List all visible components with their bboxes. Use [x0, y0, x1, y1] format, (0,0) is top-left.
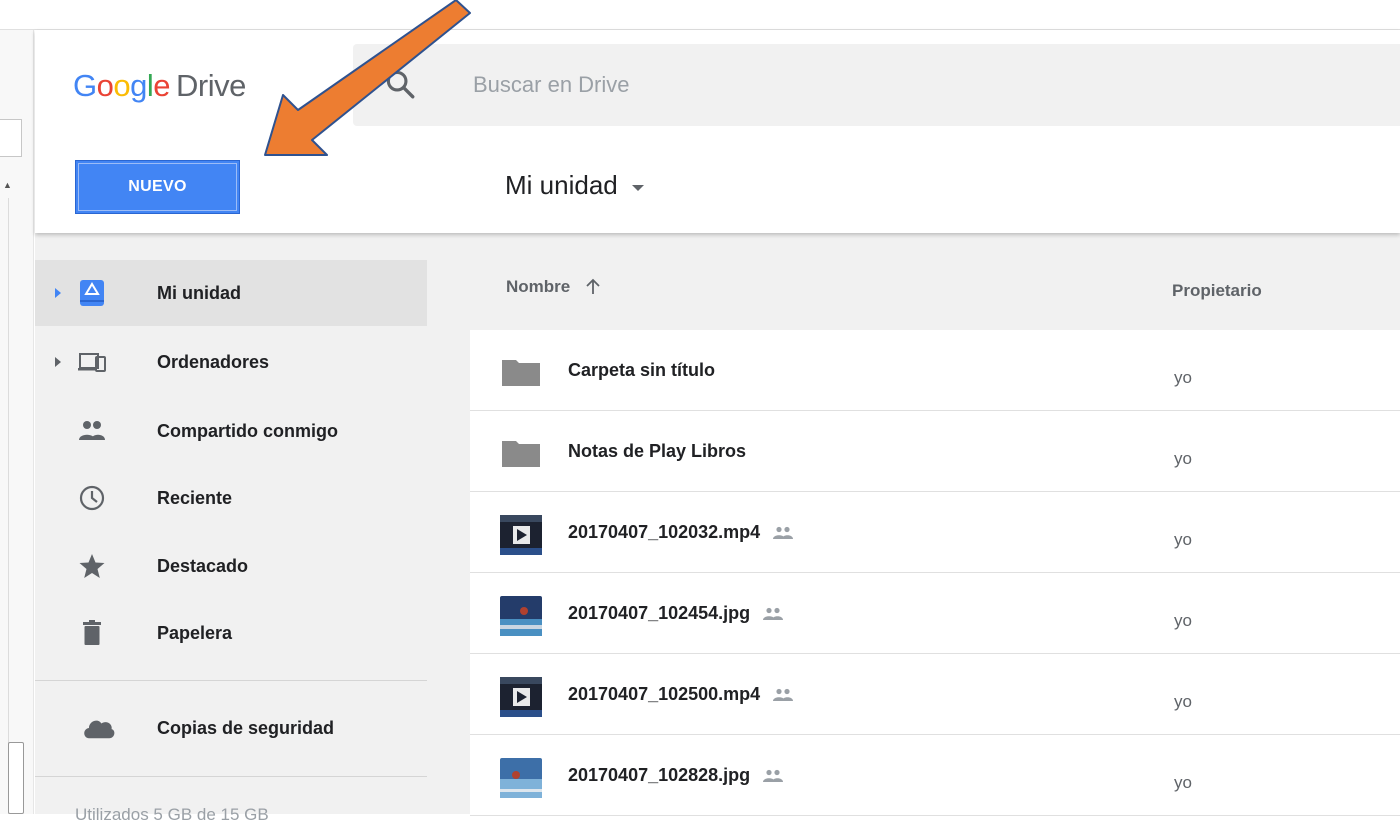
sidebar-divider: [35, 680, 427, 681]
sidebar-item-label: Copias de seguridad: [157, 717, 335, 738]
search-box[interactable]: [353, 44, 1400, 126]
logo-letter: o: [113, 68, 131, 103]
scrollbar-track[interactable]: [8, 198, 22, 814]
file-name: 20170407_102828.jpg: [568, 765, 784, 786]
file-name-text: Notas de Play Libros: [568, 441, 747, 461]
file-name-text: 20170407_102454.jpg: [568, 603, 751, 623]
file-owner: yo: [1174, 530, 1192, 549]
sidebar-item-label: Papelera: [157, 622, 233, 643]
shared-people-icon: [763, 769, 784, 782]
shared-people-icon: [773, 688, 794, 701]
column-headers: Nombre Propietario: [468, 233, 1400, 330]
sidebar-divider: [35, 776, 427, 777]
sidebar-item-label: Reciente: [157, 487, 233, 508]
cloud-icon: [84, 720, 115, 739]
logo-drive-word: Drive: [176, 68, 246, 103]
shared-people-icon: [773, 526, 794, 539]
sidebar-item-shared-with-me[interactable]: Compartido conmigo: [35, 398, 427, 464]
star-icon: [79, 554, 105, 578]
file-owner: yo: [1174, 692, 1192, 711]
search-input[interactable]: [473, 72, 1073, 98]
file-list-area: Nombre Propietario Carpeta sin título yo…: [468, 233, 1400, 816]
file-owner: yo: [1174, 773, 1192, 792]
file-row[interactable]: Carpeta sin título yo: [470, 330, 1400, 411]
file-row[interactable]: 20170407_102500.mp4 yo: [470, 654, 1400, 735]
video-thumbnail-icon: [500, 515, 542, 555]
logo-letter: o: [96, 68, 114, 103]
trash-icon: [83, 620, 101, 645]
drive-icon: [80, 280, 104, 306]
sidebar-item-recent[interactable]: Reciente: [35, 465, 427, 531]
column-header-owner[interactable]: Propietario: [1172, 281, 1262, 301]
column-header-label: Nombre: [506, 277, 571, 296]
new-button[interactable]: NUEVO: [75, 160, 240, 214]
sidebar-item-trash[interactable]: Papelera: [35, 600, 427, 666]
file-owner: yo: [1174, 368, 1192, 387]
column-header-name[interactable]: Nombre: [506, 277, 602, 297]
logo-letter: g: [130, 68, 147, 103]
shared-people-icon: [763, 607, 784, 620]
file-name: Carpeta sin título: [568, 360, 715, 381]
storage-usage-text: Utilizados 5 GB de 15 GB: [75, 805, 269, 824]
sidebar-item-my-drive[interactable]: Mi unidad: [35, 260, 427, 326]
sidebar-item-computers[interactable]: Ordenadores: [35, 329, 427, 395]
sidebar-item-label: Ordenadores: [157, 351, 270, 372]
sidebar-item-backups[interactable]: Copias de seguridad: [35, 695, 427, 761]
file-row[interactable]: 20170407_102454.jpg yo: [470, 573, 1400, 654]
computers-icon: [78, 353, 106, 372]
file-row[interactable]: 20170407_102828.jpg yo: [470, 735, 1400, 816]
browser-side-box: [0, 119, 22, 157]
image-thumbnail-icon: [500, 596, 542, 636]
sidebar-item-starred[interactable]: Destacado: [35, 533, 427, 599]
shared-people-icon: [79, 421, 105, 440]
sidebar: Mi unidad Ordenadores Compartido conmigo…: [35, 233, 468, 824]
logo-letter: e: [153, 68, 171, 103]
app-header: GoogleDrive NUEVO Mi unidad: [35, 30, 1400, 233]
file-name: Notas de Play Libros: [568, 441, 746, 462]
file-name-text: 20170407_102032.mp4: [568, 522, 761, 542]
logo-letter: G: [73, 68, 97, 103]
chevron-down-icon: [631, 184, 644, 191]
file-rows: Carpeta sin título yo Notas de Play Libr…: [470, 330, 1400, 816]
sidebar-item-label: Mi unidad: [157, 282, 241, 303]
page-title: Mi unidad: [505, 170, 618, 200]
file-owner: yo: [1174, 611, 1192, 630]
folder-icon: [502, 360, 540, 386]
arrow-up-icon[interactable]: [584, 278, 602, 296]
sidebar-item-label: Destacado: [157, 555, 249, 576]
file-name-text: 20170407_102500.mp4: [568, 684, 761, 704]
scroll-up-arrow-icon[interactable]: ▲: [3, 180, 12, 190]
video-thumbnail-icon: [500, 677, 542, 717]
file-name: 20170407_102032.mp4: [568, 522, 794, 543]
file-name: 20170407_102454.jpg: [568, 603, 784, 624]
sidebar-item-label: Compartido conmigo: [157, 420, 338, 441]
file-name-text: Carpeta sin título: [568, 360, 716, 380]
file-name-text: 20170407_102828.jpg: [568, 765, 751, 785]
file-row[interactable]: Notas de Play Libros yo: [470, 411, 1400, 492]
clock-icon: [79, 485, 105, 511]
folder-icon: [502, 441, 540, 467]
image-thumbnail-icon: [500, 758, 542, 798]
file-owner: yo: [1174, 449, 1192, 468]
file-row[interactable]: 20170407_102032.mp4 yo: [470, 492, 1400, 573]
search-icon[interactable]: [383, 67, 417, 101]
scrollbar-thumb[interactable]: [8, 742, 24, 814]
google-drive-logo[interactable]: Google Drive: [73, 68, 246, 104]
expand-arrow-icon[interactable]: [55, 288, 61, 298]
expand-arrow-icon[interactable]: [55, 357, 61, 367]
file-name: 20170407_102500.mp4: [568, 684, 794, 705]
my-drive-title-dropdown[interactable]: Mi unidad: [505, 170, 644, 201]
